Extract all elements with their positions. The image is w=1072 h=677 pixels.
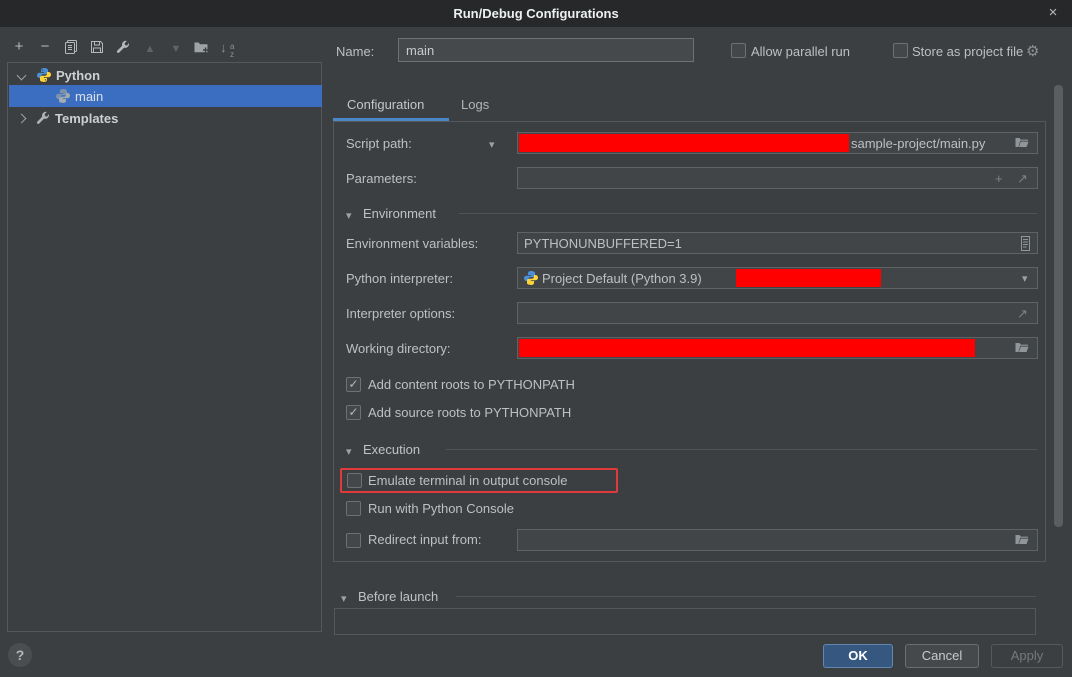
redirect-input-field[interactable]: [517, 529, 1038, 551]
expand-field-icon[interactable]: ↗: [1017, 306, 1028, 322]
redacted-interpreter-path: [736, 269, 881, 287]
parameters-field[interactable]: + ↗: [517, 167, 1038, 189]
title-bar: Run/Debug Configurations: [0, 0, 1072, 27]
environment-section-title[interactable]: Environment: [363, 206, 436, 221]
folder-open-icon[interactable]: [1015, 534, 1029, 546]
clipboard-icon[interactable]: [1020, 236, 1031, 251]
section-divider: [456, 596, 1036, 597]
python-logo-icon: [36, 67, 52, 83]
copy-configuration-icon[interactable]: [62, 38, 80, 56]
interpreter-label: Python interpreter:: [346, 271, 453, 286]
tree-item-main-selected[interactable]: main: [9, 85, 322, 107]
move-up-icon: ▲: [141, 40, 159, 58]
before-launch-section-title[interactable]: Before launch: [358, 589, 438, 604]
tree-item-templates[interactable]: Templates: [9, 107, 322, 129]
script-path-field[interactable]: sample-project/main.py: [517, 132, 1038, 154]
environment-collapse-icon[interactable]: ▾: [346, 209, 352, 222]
folder-open-icon[interactable]: [1015, 342, 1029, 354]
apply-button[interactable]: Apply: [991, 644, 1063, 668]
tree-item-python[interactable]: Python: [9, 64, 322, 86]
add-source-roots-checkbox[interactable]: ✓: [346, 405, 361, 420]
store-as-project-file-checkbox[interactable]: [893, 43, 908, 58]
redirect-input-checkbox[interactable]: [346, 533, 361, 548]
edit-templates-wrench-icon[interactable]: [114, 38, 132, 56]
interpreter-options-label: Interpreter options:: [346, 306, 455, 321]
parameters-label: Parameters:: [346, 171, 417, 186]
execution-section-title[interactable]: Execution: [363, 442, 420, 457]
emulate-terminal-label[interactable]: Emulate terminal in output console: [368, 473, 567, 488]
add-configuration-button[interactable]: +: [10, 38, 28, 56]
redacted-script-path: [519, 134, 849, 152]
run-with-console-checkbox[interactable]: [346, 501, 361, 516]
run-with-console-label[interactable]: Run with Python Console: [368, 501, 514, 516]
python-logo-icon-dim: [55, 88, 71, 104]
name-label: Name:: [336, 44, 374, 59]
tab-logs[interactable]: Logs: [461, 97, 489, 112]
wrench-icon: [35, 110, 51, 126]
folder-open-icon[interactable]: [1015, 137, 1029, 149]
dialog-title: Run/Debug Configurations: [453, 6, 618, 21]
interpreter-combobox[interactable]: Project Default (Python 3.9) ▾: [517, 267, 1038, 289]
before-launch-task-list[interactable]: [334, 608, 1036, 635]
section-divider: [459, 213, 1037, 214]
store-as-project-file-label[interactable]: Store as project file: [912, 44, 1023, 59]
script-path-label: Script path:: [346, 136, 412, 151]
tree-item-label: Templates: [55, 111, 118, 126]
close-icon[interactable]: ×: [1044, 4, 1062, 22]
section-divider: [446, 449, 1037, 450]
remove-configuration-button[interactable]: −: [36, 38, 54, 56]
add-content-roots-checkbox[interactable]: ✓: [346, 377, 361, 392]
interpreter-dropdown-icon[interactable]: ▾: [1022, 272, 1028, 285]
add-content-roots-label[interactable]: Add content roots to PYTHONPATH: [368, 377, 575, 392]
run-debug-configurations-dialog: Run/Debug Configurations × + − ▲ ▼ ↓ a z…: [0, 0, 1072, 677]
tree-item-label: Python: [56, 68, 100, 83]
emulate-terminal-checkbox[interactable]: [347, 473, 362, 488]
env-variables-value: PYTHONUNBUFFERED=1: [524, 236, 682, 251]
chevron-down-icon[interactable]: [17, 70, 27, 80]
configurations-tree: Python main Templates: [7, 62, 322, 632]
move-down-icon: ▼: [167, 40, 185, 58]
script-path-dropdown-icon[interactable]: ▾: [489, 138, 495, 151]
save-configuration-icon[interactable]: [88, 38, 106, 56]
help-button[interactable]: ?: [8, 643, 32, 667]
expand-field-icon[interactable]: ↗: [1017, 171, 1028, 187]
gear-icon[interactable]: ⚙: [1026, 42, 1039, 60]
tree-item-label: main: [75, 89, 103, 104]
vertical-scrollbar[interactable]: [1054, 85, 1063, 527]
script-path-value: sample-project/main.py: [851, 136, 985, 151]
ok-button[interactable]: OK: [823, 644, 893, 668]
sort-alphabetically-icon[interactable]: ↓ a z: [219, 38, 237, 56]
env-variables-label: Environment variables:: [346, 236, 478, 251]
working-directory-field[interactable]: [517, 337, 1038, 359]
python-logo-icon: [523, 270, 539, 286]
chevron-right-icon[interactable]: [17, 113, 27, 123]
interpreter-options-field[interactable]: ↗: [517, 302, 1038, 324]
redirect-input-label[interactable]: Redirect input from:: [368, 532, 481, 547]
cancel-button[interactable]: Cancel: [905, 644, 979, 668]
interpreter-value: Project Default (Python 3.9): [542, 271, 702, 286]
name-input[interactable]: [398, 38, 694, 62]
insert-macro-plus-icon[interactable]: +: [995, 171, 1003, 186]
before-launch-collapse-icon[interactable]: ▾: [341, 592, 347, 605]
tab-configuration[interactable]: Configuration: [347, 97, 424, 112]
add-source-roots-label[interactable]: Add source roots to PYTHONPATH: [368, 405, 571, 420]
env-variables-field[interactable]: PYTHONUNBUFFERED=1: [517, 232, 1038, 254]
new-folder-icon[interactable]: [192, 38, 210, 56]
allow-parallel-run-label[interactable]: Allow parallel run: [751, 44, 850, 59]
execution-collapse-icon[interactable]: ▾: [346, 445, 352, 458]
redacted-working-directory: [519, 339, 975, 357]
working-directory-label: Working directory:: [346, 341, 451, 356]
allow-parallel-run-checkbox[interactable]: [731, 43, 746, 58]
